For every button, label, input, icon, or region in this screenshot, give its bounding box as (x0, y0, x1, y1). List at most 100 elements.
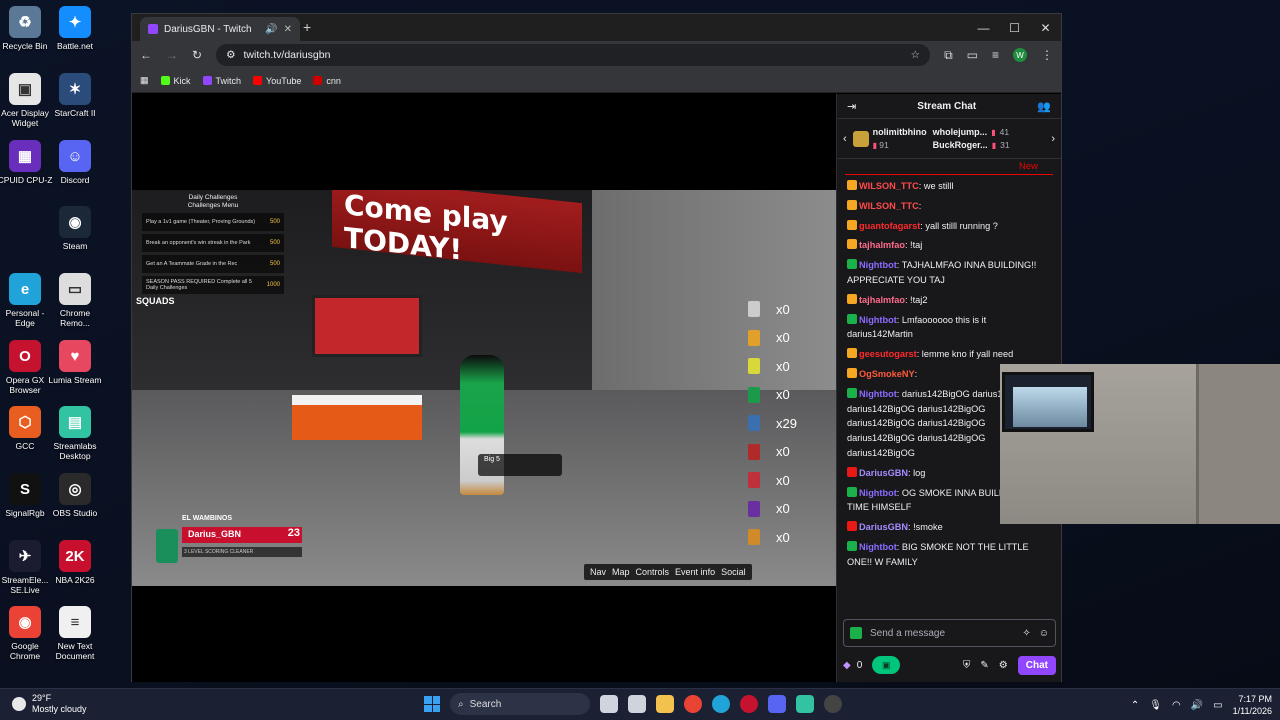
chat-username[interactable]: WILSON_TTC (859, 201, 919, 211)
chat-username[interactable]: Nightbot (859, 260, 897, 270)
taskbar-search[interactable]: ⌕ Search (450, 693, 590, 715)
desktop-shortcut[interactable]: ⬡ GCC (0, 406, 53, 451)
maximize-button[interactable]: ☐ (999, 14, 1030, 41)
collapse-chat-icon[interactable]: ⇥ (847, 100, 856, 113)
weather-desc: Mostly cloudy (32, 704, 87, 714)
desktop-shortcut[interactable]: ▦ CPUID CPU-Z (0, 140, 53, 185)
new-tab-button[interactable]: + (303, 19, 311, 35)
obs-taskbar-icon[interactable] (824, 695, 842, 713)
kick-icon (160, 76, 170, 85)
volume-icon[interactable]: 🔊 (1191, 700, 1203, 711)
bookmark-star-icon[interactable]: ☆ (911, 49, 920, 61)
leaderboard-name: nolimitbhino (872, 127, 927, 137)
file-explorer-icon[interactable] (656, 695, 674, 713)
desktop-shortcut[interactable]: ✶ StarCraft II (47, 73, 103, 118)
leaderboard-entry[interactable]: wholejump... ▮ 41 (933, 127, 1010, 137)
users-icon[interactable]: 👥 (1037, 100, 1051, 113)
leaderboard-prev-icon[interactable]: ‹ (843, 133, 847, 145)
chat-username[interactable]: Nightbot (859, 315, 897, 325)
chat-input[interactable]: Send a message ✧ ☺ (843, 619, 1056, 647)
desktop-shortcut[interactable]: 2K NBA 2K26 (47, 540, 103, 585)
stream-video[interactable]: Come play TODAY! Daily Challenges Challe… (132, 190, 836, 586)
chrome-taskbar-icon[interactable] (684, 695, 702, 713)
chat-username[interactable]: OgSmokeNY (859, 369, 915, 379)
minimize-button[interactable]: — (968, 14, 999, 41)
desktop-shortcut[interactable]: ≡ New Text Document (47, 606, 103, 661)
extensions-icon[interactable]: ⧉ (944, 48, 953, 63)
chat-message: WILSON_TTC: (847, 199, 1051, 214)
desktop-shortcut[interactable]: ✈ StreamEle... SE.Live (0, 540, 53, 595)
windows-start-icon[interactable] (424, 696, 440, 712)
reload-icon[interactable]: ↻ (192, 48, 202, 62)
desktop-shortcut[interactable]: ▭ Chrome Remo... (47, 273, 103, 328)
desktop-shortcut[interactable]: ◉ Steam (47, 206, 103, 251)
desktop-shortcut[interactable]: ☺ Discord (47, 140, 103, 185)
desktop-shortcut[interactable]: O Opera GX Browser (0, 340, 53, 395)
desktop-shortcut[interactable]: ◎ OBS Studio (47, 473, 103, 518)
gear-icon[interactable]: ⚙ (999, 660, 1008, 671)
desktop-shortcut[interactable]: S SignalRgb (0, 473, 53, 518)
chat-username[interactable]: WILSON_TTC (859, 181, 919, 191)
address-bar[interactable]: ⚙ twitch.tv/dariusgbn ☆ (216, 44, 931, 66)
sparkle-icon[interactable]: ✧ (1022, 628, 1030, 639)
chat-username[interactable]: geesutogarst (859, 349, 917, 359)
back-icon[interactable]: ← (140, 48, 152, 62)
emote-icon[interactable]: ☺ (1039, 628, 1049, 639)
bookmark-youtube[interactable]: YouTube (253, 76, 301, 86)
bookmark-twitch[interactable]: Twitch (202, 76, 241, 86)
apps-icon[interactable]: ▦ (140, 75, 149, 86)
chat-username[interactable]: Nightbot (859, 488, 897, 498)
chevron-up-icon[interactable]: ⌃ (1131, 700, 1139, 711)
profile-avatar[interactable]: W (1013, 48, 1027, 62)
task-view-icon[interactable] (600, 695, 618, 713)
battery-icon[interactable]: ▭ (1213, 700, 1222, 711)
leaderboard-next-icon[interactable]: › (1051, 133, 1055, 145)
menu-icon[interactable]: ⋮ (1041, 48, 1053, 62)
inventory-item-icon (748, 443, 760, 460)
chat-badge-icon[interactable] (850, 627, 862, 639)
chat-username[interactable]: Nightbot (859, 389, 897, 399)
desktop-shortcut[interactable]: ◉ Google Chrome (0, 606, 53, 661)
media-icon[interactable]: ≡ (992, 48, 999, 62)
forward-icon[interactable]: → (166, 48, 178, 62)
chat-username[interactable]: DariusGBN (859, 468, 908, 478)
close-window-button[interactable]: ✕ (1030, 14, 1061, 41)
chat-username[interactable]: tajhalmfao (859, 240, 905, 250)
desktop-shortcut[interactable]: ♥ Lumia Stream (47, 340, 103, 385)
desktop-shortcut[interactable]: ▣ Acer Display Widget (0, 73, 53, 128)
challenge-text: Break an opponent's win streak in the Pa… (146, 240, 251, 246)
wifi-icon[interactable]: ◠ (1172, 700, 1181, 711)
channel-points[interactable]: ◆ 0 (843, 660, 862, 671)
edge-taskbar-icon[interactable] (712, 695, 730, 713)
twitch-favicon-icon (148, 24, 158, 34)
chat-username[interactable]: tajhalmfao (859, 295, 905, 305)
desktop-shortcut[interactable]: ▤ Streamlabs Desktop (47, 406, 103, 461)
opera-taskbar-icon[interactable] (740, 695, 758, 713)
video-player[interactable]: Come play TODAY! Daily Challenges Challe… (132, 94, 836, 682)
leaderboard-entry[interactable]: nolimitbhino ▮ 91 (852, 127, 927, 150)
discord-taskbar-icon[interactable] (768, 695, 786, 713)
chat-username[interactable]: Nightbot (859, 542, 897, 552)
gift-box-icon[interactable]: ▣ (872, 656, 901, 674)
pen-icon[interactable]: ✎ (980, 660, 988, 671)
close-tab-icon[interactable]: ✕ (284, 24, 292, 35)
weather-widget[interactable]: 29°F Mostly cloudy (12, 693, 87, 715)
mic-icon[interactable]: 🎙 (1149, 700, 1162, 711)
widgets-icon[interactable] (628, 695, 646, 713)
speaker-icon[interactable]: 🔊 (265, 24, 277, 35)
shield-icon[interactable]: ⛨ (963, 660, 971, 671)
streamlabs-taskbar-icon[interactable] (796, 695, 814, 713)
chat-username[interactable]: guantofagarst (859, 221, 920, 231)
desktop-shortcut[interactable]: ✦ Battle.net (47, 6, 103, 51)
bookmark-cnn[interactable]: cnn (313, 76, 341, 86)
desktop-shortcut[interactable]: ♻ Recycle Bin (0, 6, 53, 51)
site-info-icon[interactable]: ⚙ (226, 49, 235, 61)
chat-send-button[interactable]: Chat (1017, 655, 1056, 675)
bookmark-kick[interactable]: Kick (160, 76, 191, 86)
chat-username[interactable]: DariusGBN (859, 522, 908, 532)
tab-twitch[interactable]: DariusGBN - Twitch 🔊 ✕ (140, 17, 300, 41)
cast-icon[interactable]: ▭ (967, 48, 978, 62)
clock[interactable]: 7:17 PM 1/11/2026 (1233, 693, 1272, 717)
leaderboard-entry[interactable]: BuckRoger... ▮ 31 (933, 140, 1010, 150)
desktop-shortcut[interactable]: e Personal - Edge (0, 273, 53, 328)
